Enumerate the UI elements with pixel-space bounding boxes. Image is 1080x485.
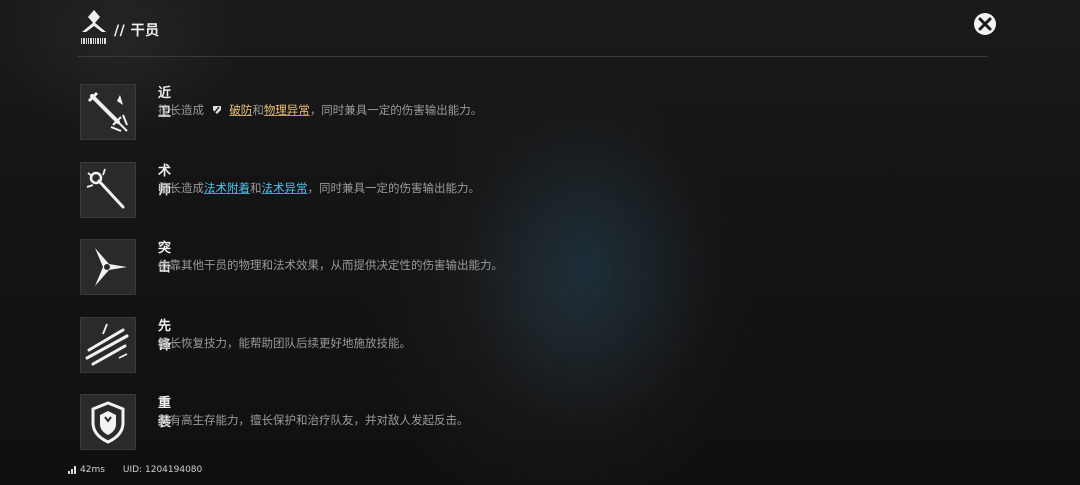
vanguard-slash-icon [80,316,136,373]
header: // 干员 [78,8,160,48]
close-button[interactable] [973,12,997,36]
class-description: 擅长恢复技力，能帮助团队后续更好地施放技能。 [158,335,411,350]
header-divider [78,56,988,57]
defender-shield-icon [80,394,136,450]
guard-sword-icon [80,84,136,140]
uid-readout: UID: 1204194080 [122,465,203,475]
desc-text: ，同时兼具一定的伤害输出能力。 [309,103,483,117]
desc-text: 擅长造成 [158,103,204,117]
keyword-link-arts-infliction[interactable]: 法术附着 [204,181,250,195]
ping-readout: 42ms [80,465,105,475]
keyword-link-physical-anomaly[interactable]: 物理异常 [264,103,310,117]
desc-text: 和 [252,103,264,117]
signal-bars-icon [68,466,76,474]
keyword-link-shield-break[interactable]: 破防 [229,103,252,117]
shield-break-icon [212,106,221,114]
class-description: 依靠其他干员的物理和法术效果，从而提供决定性的伤害输出能力。 [158,258,503,272]
page-title: // 干员 [114,23,160,39]
close-icon [974,13,996,35]
class-description: 拥有高生存能力，擅长保护和治疗队友，并对敌人发起反击。 [158,413,469,427]
operator-class-guide-screen: // 干员 近卫 擅长造成 破防和物理异常，同时兼具一定的伤害输出能力。 术师 … [0,0,1080,485]
desc-text: ，同时兼具一定的伤害输出能力。 [307,180,481,195]
keyword-link-arts-anomaly[interactable]: 法术异常 [262,181,308,195]
desc-text: 擅长造成 [158,180,204,195]
status-footer: 42ms UID: 1204194080 [68,465,202,475]
class-description: 擅长造成法术附着和法术异常，同时兼具一定的伤害输出能力。 [158,180,480,196]
striker-shuriken-icon [80,239,136,295]
desc-text: 和 [250,180,262,195]
operator-logo-icon [78,8,110,48]
class-description: 擅长造成 破防和物理异常，同时兼具一定的伤害输出能力。 [158,102,482,118]
caster-staff-icon [80,161,136,218]
